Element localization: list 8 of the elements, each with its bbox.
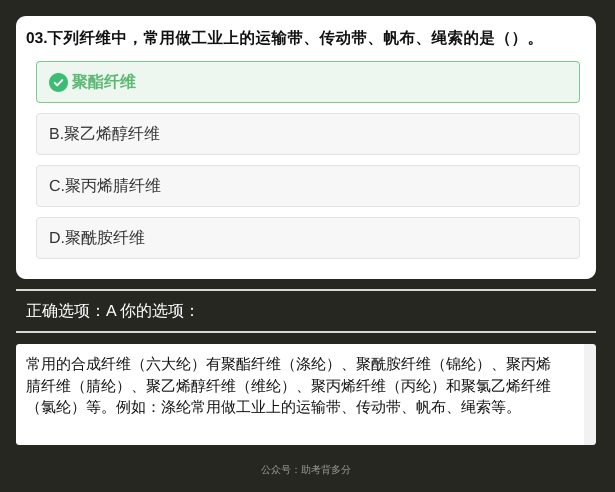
answer-result: 正确选项：A 你的选项： <box>25 302 202 322</box>
question-title: 03.下列纤维中，常用做工业上的运输带、传动带、帆布、绳索的是（）。 <box>26 28 545 49</box>
answer-option[interactable]: C.聚丙烯腈纤维 <box>36 165 580 207</box>
answer-option[interactable]: B.聚乙烯醇纤维 <box>36 113 580 155</box>
check-icon <box>49 72 68 92</box>
answer-option[interactable]: D.聚酰胺纤维 <box>36 217 580 259</box>
explanation-text: 常用的合成纤维（六大纶）有聚酯纤维（涤纶）、聚酰胺纤维（锦纶）、聚丙烯腈纤维（腈纶）、聚乙烯醇纤维（维纶）、聚丙烯纤维（丙纶）和聚氯乙烯纤维（氯纶）等。例如：涤纶常用做工业上的运输带、传动带、帆布、绳索等。 <box>16 344 596 445</box>
footer-text: 公众号：助考背多分 <box>260 464 352 477</box>
